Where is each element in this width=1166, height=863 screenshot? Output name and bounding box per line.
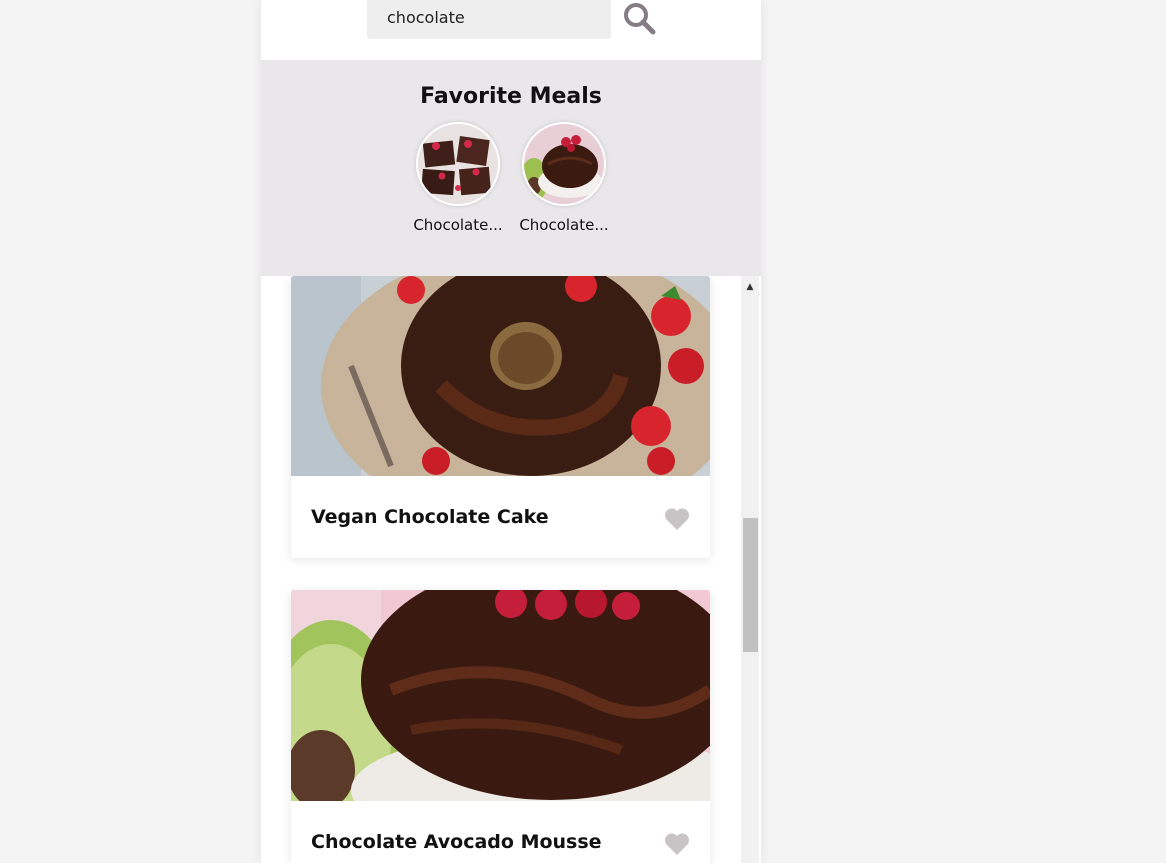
meal-card-footer: Chocolate Avocado Mousse [291, 801, 710, 863]
heart-icon[interactable] [664, 507, 690, 531]
meals-list: Vegan Chocolate Cake Chocolate Avocado M… [261, 276, 741, 863]
favorite-meals-list: Chocolate... Chocolate... [261, 122, 761, 234]
favorite-meals-section: Favorite Meals Chocolate... Chocolate... [261, 60, 761, 276]
favorite-meals-title: Favorite Meals [420, 84, 602, 109]
search-bar [261, 0, 761, 60]
scrollbar-thumb[interactable] [743, 518, 758, 652]
meal-card: Chocolate Avocado Mousse [291, 590, 710, 863]
meal-card: Vegan Chocolate Cake [291, 276, 710, 558]
meal-card-footer: Vegan Chocolate Cake [291, 476, 710, 558]
favorite-meal-name: Chocolate... [519, 216, 609, 234]
search-input[interactable] [367, 0, 611, 39]
favorite-meal-item[interactable]: Chocolate... [413, 122, 503, 234]
meal-image [291, 590, 710, 801]
favorite-meal-avatar [416, 122, 500, 206]
heart-icon[interactable] [664, 832, 690, 856]
search-icon [624, 3, 656, 35]
meals-scrollbar[interactable]: ▲ [741, 276, 759, 863]
meal-image [291, 276, 710, 476]
scroll-up-arrow-icon[interactable]: ▲ [741, 280, 759, 294]
meal-title: Chocolate Avocado Mousse [311, 831, 602, 853]
mousse-image [524, 124, 604, 204]
search-button[interactable] [621, 0, 657, 36]
meal-app: Favorite Meals [261, 0, 761, 863]
favorite-meal-item[interactable]: Chocolate... [519, 122, 609, 234]
favorite-meal-name: Chocolate... [413, 216, 503, 234]
brownie-image [418, 124, 498, 204]
meal-title: Vegan Chocolate Cake [311, 506, 549, 528]
favorite-meal-avatar [522, 122, 606, 206]
